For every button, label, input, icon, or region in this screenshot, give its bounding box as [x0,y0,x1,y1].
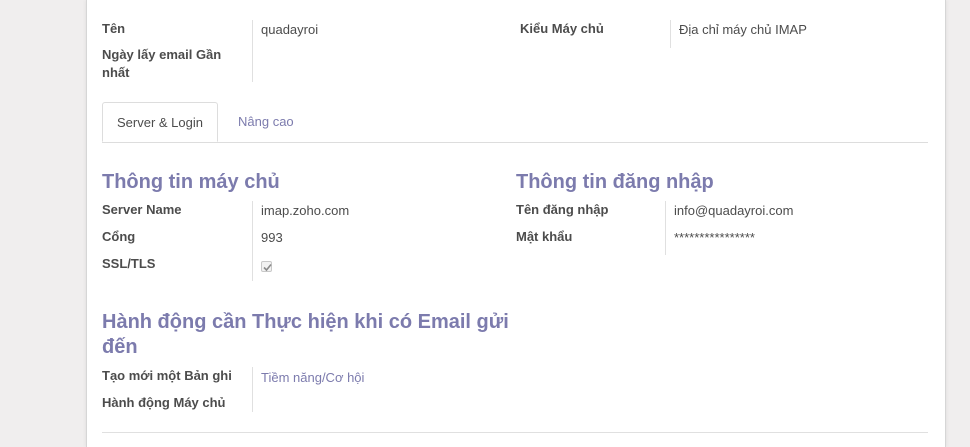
field-divider [665,201,666,255]
create-record-label: Tạo mới một Bản ghi [102,368,232,383]
ssl-checkbox[interactable] [261,261,272,272]
server-action-label: Hành động Máy chủ [102,395,226,410]
port-value[interactable]: 993 [261,229,283,247]
login-info-title: Thông tin đăng nhập [516,171,714,193]
field-divider [252,367,253,412]
name-label: Tên [102,21,126,36]
server-name-label: Server Name [102,202,182,217]
name-value[interactable]: quadayroi [261,21,318,39]
field-divider [252,201,253,281]
password-label: Mật khẩu [516,229,573,244]
field-divider [670,20,671,48]
field-divider [252,20,253,82]
username-label: Tên đăng nhập [516,202,609,217]
section-divider [102,432,928,433]
username-value[interactable]: info@quadayroi.com [674,202,793,220]
create-record-link[interactable]: Tiềm năng/Cơ hội [261,369,364,387]
server-info-title: Thông tin máy chủ [102,171,280,193]
checkmark-icon [263,263,272,272]
tab-advanced[interactable]: Nâng cao [224,102,308,142]
tab-server-login[interactable]: Server & Login [102,102,218,142]
server-type-label: Kiểu Máy chủ [520,21,604,36]
server-name-value[interactable]: imap.zoho.com [261,202,349,220]
password-value[interactable]: **************** [674,229,755,247]
tab-border [102,142,928,143]
actions-title: Hành động cần Thực hiện khi có Email gửi… [102,311,509,358]
ssl-label: SSL/TLS [102,256,156,271]
last-fetch-label: Ngày lấy email Gần nhất [102,47,222,80]
server-type-value[interactable]: Địa chỉ máy chủ IMAP [679,21,807,39]
port-label: Cổng [102,229,136,244]
